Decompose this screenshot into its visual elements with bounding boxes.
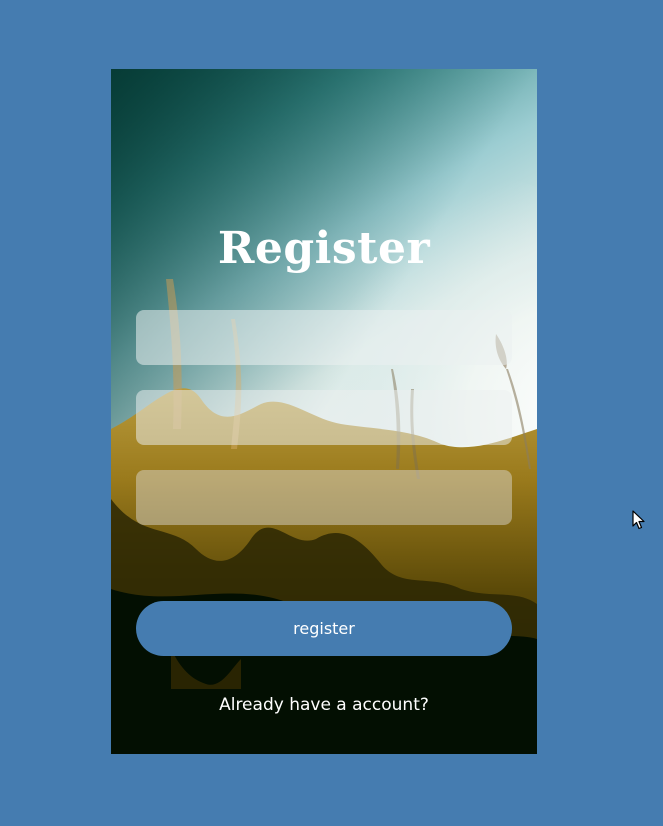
confirm-password-field[interactable] (136, 470, 512, 525)
page-title: Register (217, 223, 431, 274)
login-link[interactable]: Already have a account? (111, 693, 537, 717)
register-card: Register register Already have a account… (111, 69, 537, 754)
register-button[interactable]: register (136, 601, 512, 656)
mouse-pointer-icon (632, 510, 645, 530)
password-field[interactable] (136, 390, 512, 445)
username-field[interactable] (136, 310, 512, 365)
